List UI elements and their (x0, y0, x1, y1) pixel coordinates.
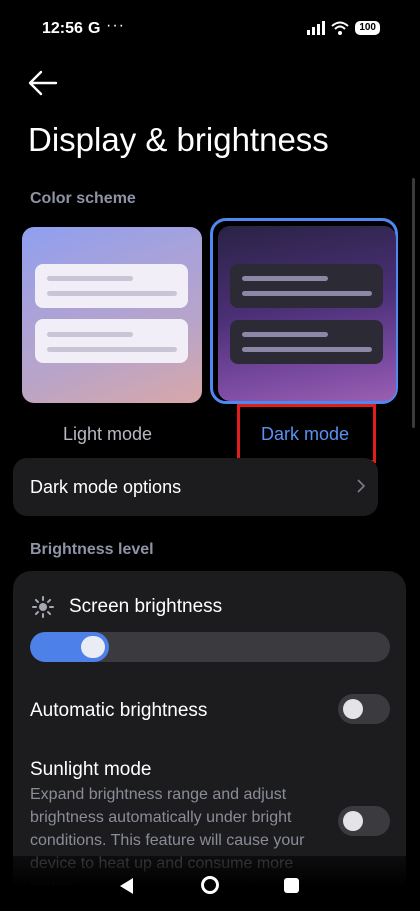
google-icon: G (88, 20, 101, 37)
screen-brightness-label: Screen brightness (69, 596, 223, 617)
dark-mode-options-row[interactable]: Dark mode options (13, 458, 378, 516)
sunlight-mode-label: Sunlight mode (30, 759, 152, 780)
light-mode-label[interactable]: Light mode (63, 424, 152, 445)
light-mode-preview[interactable] (22, 227, 202, 403)
brightness-slider-thumb[interactable] (81, 636, 105, 658)
dark-mode-options-label: Dark mode options (30, 477, 182, 497)
chevron-right-icon (357, 479, 366, 493)
more-notifications-icon: ··· (106, 17, 125, 34)
nav-back-icon[interactable] (118, 877, 134, 895)
color-scheme-label: Color scheme (30, 190, 136, 207)
status-icons: 100 (307, 21, 380, 35)
brightness-level-label: Brightness level (30, 541, 154, 558)
wifi-icon (331, 21, 349, 35)
nav-home-icon[interactable] (200, 875, 220, 895)
status-time: 12:56 (42, 20, 83, 37)
automatic-brightness-toggle[interactable] (338, 694, 390, 724)
preview-panel (35, 264, 188, 308)
signal-icon (307, 21, 326, 35)
automatic-brightness-label: Automatic brightness (30, 700, 208, 721)
back-arrow-icon[interactable] (26, 66, 60, 100)
sunlight-mode-toggle[interactable] (338, 806, 390, 836)
page-title: Display & brightness (28, 121, 329, 158)
preview-panel (35, 319, 188, 363)
scrollbar[interactable] (412, 178, 415, 428)
preview-panel (230, 264, 383, 308)
nav-recents-icon[interactable] (284, 878, 299, 893)
highlight-annotation (237, 404, 376, 463)
preview-panel (230, 320, 383, 364)
battery-icon: 100 (355, 21, 380, 35)
sun-icon (32, 596, 54, 618)
dark-mode-preview[interactable] (218, 226, 396, 401)
